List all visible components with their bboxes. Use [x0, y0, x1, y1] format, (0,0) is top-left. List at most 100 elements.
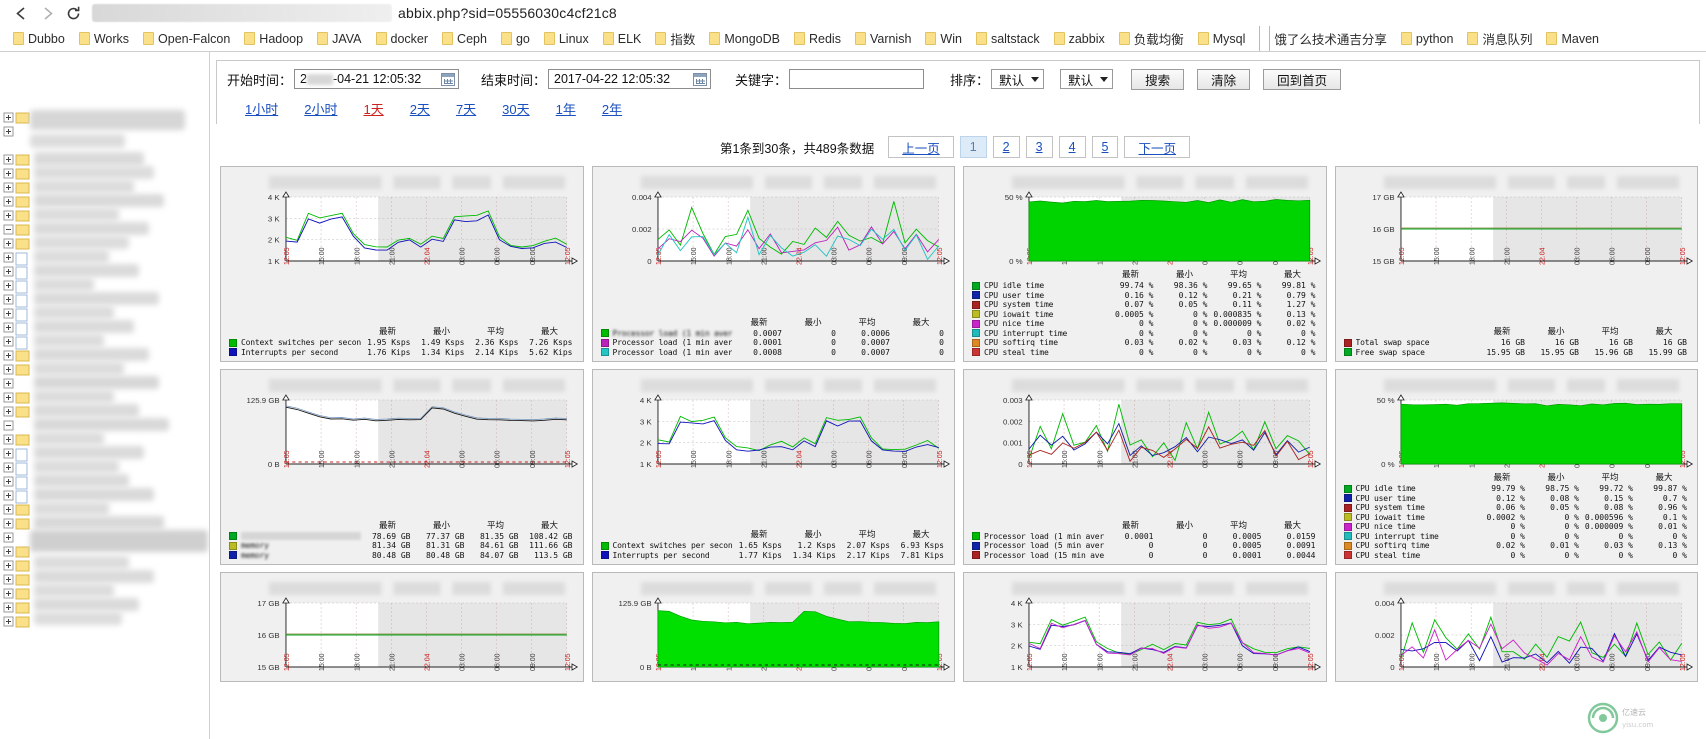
- bookmark-go[interactable]: go: [494, 28, 537, 50]
- bookmark-Varnish[interactable]: Varnish: [848, 28, 918, 50]
- bookmark-Dubbo[interactable]: Dubbo: [6, 28, 72, 50]
- bookmark-Linux[interactable]: Linux: [537, 28, 596, 50]
- quick-range-0[interactable]: 1小时: [245, 99, 278, 118]
- legend-value: 0.16 %: [1124, 290, 1154, 300]
- bookmark-饿了么技术通吉分享[interactable]: 饿了么技术通吉分享: [1252, 26, 1394, 51]
- svg-text:125.9 GB: 125.9 GB: [618, 599, 651, 608]
- legend-value: 2.07 Ksps: [846, 541, 890, 551]
- bookmark-Maven[interactable]: Maven: [1539, 28, 1606, 50]
- svg-text:06:00: 06:00: [865, 247, 873, 265]
- bookmark-Ceph[interactable]: Ceph: [435, 28, 494, 50]
- calendar-icon[interactable]: [441, 72, 456, 86]
- sidebar-tree[interactable]: [0, 52, 210, 739]
- bookmark-python[interactable]: python: [1394, 28, 1461, 50]
- legend-header: 最新: [750, 529, 768, 539]
- legend-color-swatch: [600, 551, 609, 560]
- graph-card[interactable]: 0.004 0.002 0 12:05 15:00 18:00 21:00 22.04 03:0…: [1334, 572, 1698, 682]
- graph-card[interactable]: 4 K3 K2 K1 K 12:05 15:00 18:00 21:00 22.04 03:…: [591, 369, 955, 565]
- end-time-input[interactable]: 2017-04-22 12:05:32: [548, 69, 712, 89]
- graph-title-redacted: [269, 176, 565, 189]
- legend-value: 0.13 %: [1658, 541, 1687, 551]
- bookmark-MongoDB[interactable]: MongoDB: [702, 28, 787, 50]
- bookmark-zabbix[interactable]: zabbix: [1047, 28, 1112, 50]
- bookmark-docker[interactable]: docker: [369, 28, 436, 50]
- start-time-input[interactable]: 2 -04-21 12:05:32: [294, 69, 460, 89]
- legend-row: Processor load (1 min average per core) 0…: [600, 348, 949, 358]
- clear-button[interactable]: 清除: [1197, 68, 1251, 90]
- graph-card[interactable]: 17 GB 16 GB 15 GB 12:05 15:00 18:00 21:00 22.04…: [1334, 166, 1698, 362]
- pagination-page-2[interactable]: 2: [992, 136, 1020, 158]
- quick-range-3[interactable]: 2天: [410, 99, 430, 118]
- bookmark-Open-Falcon[interactable]: Open-Falcon: [136, 28, 237, 50]
- quick-range-1[interactable]: 2小时: [304, 99, 337, 118]
- legend-value: 108.42 GB: [529, 531, 573, 541]
- legend-value: 0 %: [1139, 319, 1154, 329]
- quick-range-7[interactable]: 2年: [602, 99, 622, 118]
- calendar-icon[interactable]: [693, 72, 708, 86]
- legend-header-row: 最新 最小 平均 最大: [229, 519, 577, 531]
- graph-card[interactable]: 4 K3 K2 K1 K 12:05 15:00 18:00 21:00 22.04 03:…: [220, 166, 584, 362]
- legend-value: 15.95 GB: [1486, 347, 1525, 357]
- address-bar[interactable]: abbix.php?sid=05556030c4cf21c8: [92, 3, 1698, 23]
- legend-series-name: CPU steal time: [1355, 550, 1421, 560]
- svg-text:03:00: 03:00: [830, 450, 838, 468]
- sidebar-redacted-block: [30, 530, 208, 552]
- graph-card[interactable]: 17 GB 16 GB 15 GB 12:05 15:00 18:00 21:00 22.04…: [220, 572, 584, 682]
- bookmark-Mysql[interactable]: Mysql: [1191, 28, 1253, 50]
- pagination-next[interactable]: 下一页: [1124, 136, 1190, 158]
- bookmark-ELK[interactable]: ELK: [596, 28, 649, 50]
- pagination-page-5[interactable]: 5: [1091, 136, 1119, 158]
- graph-plot: 4 K3 K2 K1 K 12:05 15:00 18:00 21:00 22.04 03:…: [221, 191, 583, 287]
- pagination-page-3[interactable]: 3: [1025, 136, 1053, 158]
- folder-icon: [78, 32, 90, 45]
- legend-value: 0.0002 %: [1486, 512, 1525, 522]
- legend-value: 0.12 %: [1286, 338, 1316, 348]
- forward-arrow-icon[interactable]: [34, 1, 60, 25]
- bookmark-负载均衡[interactable]: 负载均衡: [1112, 28, 1191, 50]
- svg-text:12:05: 12:05: [654, 450, 662, 468]
- graph-card[interactable]: 0.003 0.002 0.001 0 12:05 15:00 18:00 21:00 22.0…: [963, 369, 1327, 565]
- quick-range-4[interactable]: 7天: [456, 99, 476, 118]
- sidebar-redacted-block: [34, 418, 169, 431]
- svg-text:0.004: 0.004: [1375, 599, 1395, 608]
- graph-card[interactable]: 4 K3 K2 K1 K 12:05 15:00 18:00 21:00 22.04 03:…: [963, 572, 1327, 682]
- back-arrow-icon[interactable]: [8, 1, 34, 25]
- svg-text:15:00: 15:00: [690, 450, 698, 468]
- bookmark-saltstack[interactable]: saltstack: [969, 28, 1047, 50]
- search-button[interactable]: 搜索: [1131, 68, 1185, 90]
- bookmark-Win[interactable]: Win: [918, 28, 969, 50]
- bookmark-Hadoop[interactable]: Hadoop: [237, 28, 310, 50]
- graph-card[interactable]: 50 %0 %12:0515:0018:0021:0022.0403:0006:…: [1334, 369, 1698, 565]
- sidebar-redacted-block: [34, 432, 104, 445]
- bookmark-Redis[interactable]: Redis: [787, 28, 848, 50]
- quick-range-2[interactable]: 1天: [363, 99, 383, 118]
- graph-card[interactable]: 125.9 GB0 B12:0515:0018:0021:0022.0403:0…: [220, 369, 584, 565]
- keyword-input[interactable]: [789, 69, 925, 89]
- graph-card[interactable]: 50 %0 %12:0515:0018:0021:0022.0403:0006:…: [963, 166, 1327, 362]
- svg-text:15:00: 15:00: [318, 653, 326, 671]
- svg-text:22.04: 22.04: [423, 247, 431, 265]
- graph-card[interactable]: 0.004 0.002 0 12:05 15:00 18:00 21:00 22.04 03:0…: [591, 166, 955, 362]
- bookmark-JAVA[interactable]: JAVA: [310, 28, 368, 50]
- svg-text:12:05: 12:05: [564, 450, 572, 468]
- legend-row: CPU steal time 0 % 0 % 0 % 0 %: [1343, 550, 1692, 561]
- legend-color-swatch: [972, 300, 980, 309]
- pagination-page-1[interactable]: 1: [959, 136, 987, 158]
- legend-series-name: [241, 532, 361, 541]
- home-button[interactable]: 回到首页: [1263, 68, 1342, 90]
- bookmark-指数[interactable]: 指数: [648, 28, 702, 50]
- reload-icon[interactable]: [60, 1, 86, 25]
- bookmark-Works[interactable]: Works: [72, 28, 136, 50]
- svg-text:15 GB: 15 GB: [1372, 257, 1394, 266]
- sort-select-2[interactable]: 默认: [1060, 69, 1114, 89]
- sort-select-1[interactable]: 默认: [991, 69, 1045, 89]
- quick-range-6[interactable]: 1年: [556, 99, 576, 118]
- quick-range-5[interactable]: 30天: [502, 99, 529, 118]
- legend-row: Processor load (1 min average per core) 0…: [600, 338, 949, 348]
- browser-toolbar: abbix.php?sid=05556030c4cf21c8: [0, 0, 1706, 26]
- pagination-page-4[interactable]: 4: [1058, 136, 1086, 158]
- pagination-prev[interactable]: 上一页: [888, 136, 954, 158]
- bookmark-消息队列[interactable]: 消息队列: [1460, 28, 1539, 50]
- legend-value: 0.21 %: [1232, 290, 1262, 300]
- graph-card[interactable]: 125.9 GB0 B12:0515:0018:0021:0022.0403:0…: [591, 572, 955, 682]
